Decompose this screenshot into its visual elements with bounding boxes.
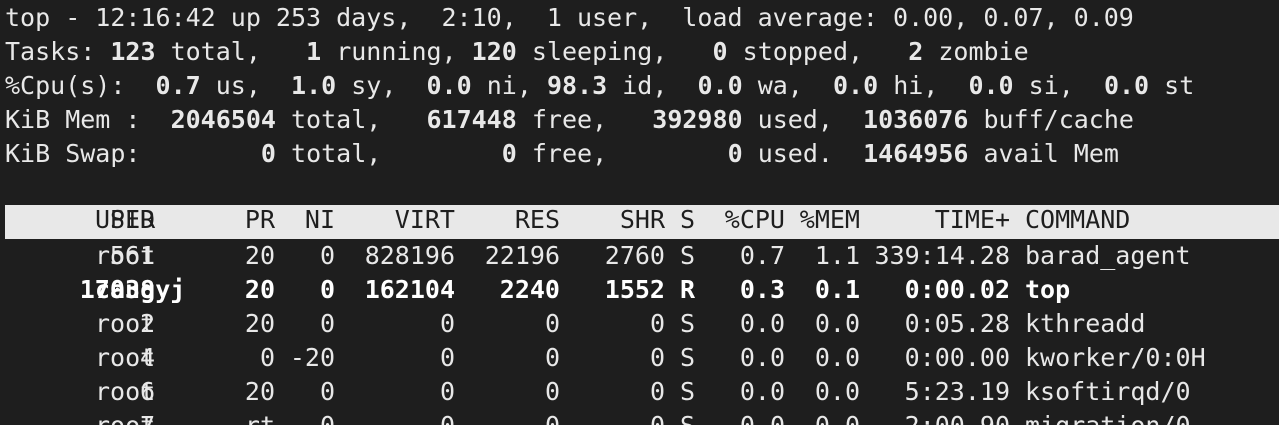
cell-cmd: kthreadd	[1025, 309, 1146, 338]
swap-line: KiB Swap: 0 total, 0 free, 0 used. 14649…	[5, 137, 1119, 171]
swap-free-label: free,	[531, 139, 608, 168]
cpu-id-label: id,	[622, 71, 668, 100]
cpu-wa: 0.0	[697, 71, 743, 100]
cell-cmd: kworker/0:0H	[1025, 343, 1206, 372]
col-time: TIME+	[934, 205, 1010, 234]
tasks-total-label: total,	[170, 37, 261, 66]
cpu-sy: 1.0	[291, 71, 337, 100]
cpu-hi-label: hi,	[893, 71, 939, 100]
mem-cache: 1036076	[863, 105, 969, 134]
cell-cmd: ksoftirqd/0	[1025, 377, 1191, 406]
mem-label: KiB Mem :	[5, 105, 141, 134]
cell-time: 0:00.02	[904, 275, 1010, 304]
cell-time: 0:00.00	[904, 343, 1010, 372]
mem-total-label: total,	[291, 105, 382, 134]
swap-avail-label: avail Mem	[983, 139, 1119, 168]
col-command: COMMAND	[1025, 205, 1131, 234]
cpu-st: 0.0	[1103, 71, 1150, 100]
cpu-hi: 0.0	[832, 71, 879, 100]
mem-cache-label: buff/cache	[983, 105, 1134, 134]
cpu-ni: 0.0	[426, 71, 472, 100]
cell-time: 2:00.90	[0, 409, 1010, 425]
tasks-zombie: 2	[908, 37, 924, 66]
table-row: 7rootrt0000S0.00.02:00.90migration/0	[0, 409, 1279, 425]
mem-used: 392980	[652, 105, 743, 134]
tasks-stopped-label: stopped,	[742, 37, 864, 66]
swap-free: 0	[501, 139, 517, 168]
cpu-line: %Cpu(s): 0.7 us, 1.0 sy, 0.0 ni, 98.3 id…	[5, 69, 1194, 103]
cpu-st-label: st	[1164, 71, 1195, 100]
table-row: 561 root 20 0 828196 22196 2760 S 0.7 1.1 339:14.2…	[0, 239, 1279, 273]
swap-total: 0	[260, 139, 276, 168]
cpu-label: %Cpu(s):	[5, 71, 126, 100]
tasks-running: 1	[306, 37, 322, 66]
uptime-load-line: top - 12:16:42 up 253 days, 2:10, 1 user…	[5, 3, 1134, 32]
cell-cmd: migration/0	[1025, 409, 1191, 425]
cpu-us: 0.7	[155, 71, 201, 100]
swap-total-label: total,	[291, 139, 382, 168]
cell-time: 5:23.19	[904, 377, 1010, 406]
table-row: 4 root 0 -20 0 0 0 S 0.0 0.0 0:00.00 kworker/0:0H	[0, 341, 1279, 375]
cell-cmd: barad_agent	[1025, 241, 1191, 270]
tasks-sleeping-label: sleeping,	[531, 37, 668, 66]
cpu-wa-label: wa,	[757, 71, 803, 100]
table-row: 17038 caugyj 20 0 162104 2240 1552 R 0.3 0.1 0:00.…	[0, 273, 1279, 307]
cpu-si: 0.0	[968, 71, 1014, 100]
table-row: 6 root 20 0 0 0 0 S 0.0 0.0 5:23.19 ksoftirqd/0	[0, 375, 1279, 409]
mem-used-label: used,	[757, 105, 833, 134]
tasks-line: Tasks: 123 total, 1 running, 120 sleepin…	[5, 35, 1029, 69]
swap-used-label: used.	[757, 139, 833, 168]
tasks-zombie-label: zombie	[938, 37, 1029, 66]
swap-avail: 1464956	[863, 139, 969, 168]
cpu-id: 98.3	[546, 71, 608, 100]
tasks-label: Tasks:	[5, 37, 96, 66]
cell-cmd: top	[1025, 275, 1071, 304]
tasks-total: 123	[110, 37, 156, 66]
cpu-sy-label: sy,	[351, 71, 397, 100]
cell-time: 0:05.28	[904, 309, 1010, 338]
mem-free: 617448	[426, 105, 517, 134]
mem-total: 2046504	[170, 105, 276, 134]
tasks-running-label: running,	[336, 37, 457, 66]
swap-used: 0	[727, 139, 743, 168]
mem-line: KiB Mem : 2046504 total, 617448 free, 39…	[5, 103, 1134, 137]
cpu-si-label: si,	[1028, 71, 1074, 100]
cell-time: 339:14.28	[874, 241, 1010, 270]
swap-label: KiB Swap:	[5, 139, 141, 168]
tasks-stopped: 0	[712, 37, 728, 66]
cpu-ni-label: ni,	[486, 71, 532, 100]
terminal-window[interactable]: top - 12:16:42 up 253 days, 2:10, 1 user…	[0, 0, 1279, 425]
table-row: 2 root 20 0 0 0 0 S 0.0 0.0 0:05.28 kthreadd	[0, 307, 1279, 341]
mem-free-label: free,	[531, 105, 608, 134]
process-table-header: PID USER PR NI VIRT RES SHR S %CPU %MEM …	[5, 205, 1279, 239]
cpu-us-label: us,	[215, 71, 261, 100]
tasks-sleeping: 120	[471, 37, 517, 66]
